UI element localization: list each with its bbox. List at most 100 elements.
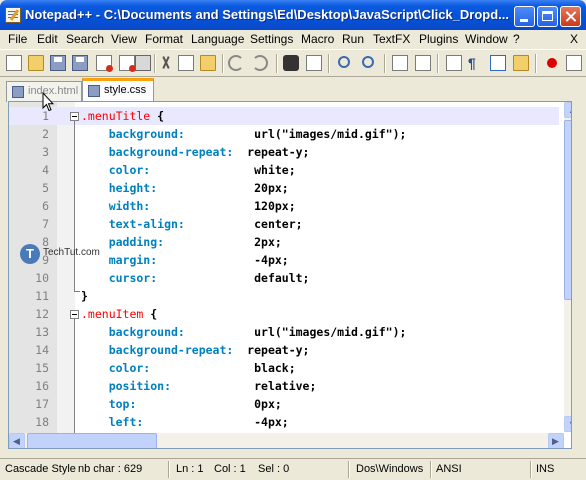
watermark-text: TechTut.com	[43, 247, 100, 258]
show-all-chars-icon[interactable]: ¶	[468, 55, 484, 71]
zoom-out-icon[interactable]	[362, 56, 374, 68]
line-number: 11	[35, 289, 49, 303]
save-all-icon[interactable]	[72, 55, 88, 71]
code-text: padding: 2px;	[81, 235, 282, 249]
scroll-up-button[interactable]: ▲	[564, 102, 571, 118]
line-number: 12	[35, 307, 49, 321]
undo-icon[interactable]	[228, 55, 244, 71]
code-line[interactable]: 1 .menuTitle {	[9, 107, 559, 125]
minimize-button[interactable]	[514, 6, 535, 27]
tab-style-css[interactable]: style.css	[82, 78, 154, 101]
close-window-button[interactable]	[560, 6, 581, 27]
css-brace: {	[150, 109, 165, 123]
menu-search[interactable]: Search	[66, 32, 104, 46]
code-line[interactable]: 17 top: 0px;	[9, 395, 559, 413]
replace-icon[interactable]	[306, 55, 322, 71]
line-number: 2	[42, 127, 49, 141]
code-line[interactable]: 13 background: url("images/mid.gif");	[9, 323, 559, 341]
code-line[interactable]: 12 .menuItem {	[9, 305, 559, 323]
code-line[interactable]: 15 color: black;	[9, 359, 559, 377]
scroll-down-button[interactable]: ▼	[564, 416, 571, 432]
menu-settings[interactable]: Settings	[250, 32, 293, 46]
css-value: 20px;	[254, 181, 289, 195]
menu-bar: File Edit Search View Format Language Se…	[0, 30, 586, 48]
code-line[interactable]: 14 background-repeat: repeat-y;	[9, 341, 559, 359]
line-number: 4	[42, 163, 49, 177]
menu-view[interactable]: View	[111, 32, 137, 46]
sync-horizontal-icon[interactable]	[415, 55, 431, 71]
tab-label: style.css	[104, 84, 147, 96]
scroll-right-button[interactable]: ▶	[548, 433, 564, 448]
menu-run[interactable]: Run	[342, 32, 364, 46]
status-file-type: Cascade Style	[5, 463, 76, 475]
code-text: position: relative;	[81, 379, 317, 393]
title-bar[interactable]: Notepad++ - C:\Documents and Settings\Ed…	[0, 0, 586, 30]
code-line[interactable]: 2 background: url("images/mid.gif");	[9, 125, 559, 143]
line-number: 5	[42, 181, 49, 195]
paste-icon[interactable]	[200, 55, 216, 71]
vertical-scroll-thumb[interactable]	[564, 120, 571, 300]
horizontal-scroll-thumb[interactable]	[27, 433, 157, 448]
maximize-button[interactable]	[537, 6, 558, 27]
status-sel: Sel : 0	[258, 463, 290, 475]
menu-help[interactable]: ?	[513, 32, 520, 46]
code-line[interactable]: 5 height: 20px;	[9, 179, 559, 197]
menu-textfx[interactable]: TextFX	[373, 32, 410, 46]
stop-macro-icon[interactable]	[566, 55, 582, 71]
redo-icon[interactable]	[252, 55, 268, 71]
line-number: 15	[35, 361, 49, 375]
code-line[interactable]: 16 position: relative;	[9, 377, 559, 395]
menu-macro[interactable]: Macro	[301, 32, 334, 46]
code-editor[interactable]: 1 .menuTitle {2 background: url("images/m…	[8, 101, 572, 449]
menu-window[interactable]: Window	[465, 32, 508, 46]
status-bar: Cascade Style nb char : 629 Ln : 1 Col :…	[0, 458, 586, 480]
record-macro-icon[interactable]	[547, 58, 557, 68]
indent-guide-icon[interactable]	[490, 55, 506, 71]
css-property: height:	[81, 181, 255, 195]
css-property: margin:	[81, 253, 255, 267]
toolbar: ¶	[0, 49, 586, 77]
sync-vertical-icon[interactable]	[392, 55, 408, 71]
code-line[interactable]: 11}	[9, 287, 559, 305]
fold-toggle-icon[interactable]	[70, 310, 79, 319]
menu-format[interactable]: Format	[145, 32, 183, 46]
menu-edit[interactable]: Edit	[37, 32, 58, 46]
code-line[interactable]: 10 cursor: default;	[9, 269, 559, 287]
status-col: Col : 1	[214, 463, 246, 475]
code-line[interactable]: 7 text-align: center;	[9, 215, 559, 233]
css-property: padding:	[81, 235, 255, 249]
css-value: white;	[254, 163, 296, 177]
word-wrap-icon[interactable]	[446, 55, 462, 71]
user-lang-icon[interactable]	[513, 55, 529, 71]
status-nb-char: nb char : 629	[78, 463, 143, 475]
vertical-scrollbar[interactable]: ▲ ▼	[564, 102, 571, 432]
zoom-in-icon[interactable]	[338, 56, 350, 68]
cut-icon[interactable]	[158, 55, 174, 71]
css-property: text-align:	[81, 217, 255, 231]
scroll-left-button[interactable]: ◀	[9, 433, 25, 448]
close-document-icon[interactable]: X	[570, 32, 578, 46]
css-brace: }	[81, 289, 88, 303]
code-line[interactable]: 3 background-repeat: repeat-y;	[9, 143, 559, 161]
close-all-icon[interactable]	[119, 55, 136, 72]
save-icon[interactable]	[50, 55, 66, 71]
code-line[interactable]: 18 left: -4px;	[9, 413, 559, 431]
copy-icon[interactable]	[178, 55, 194, 71]
fold-guide	[74, 319, 75, 433]
code-line[interactable]: 4 color: white;	[9, 161, 559, 179]
code-line[interactable]: 6 width: 120px;	[9, 197, 559, 215]
code-text: .menuItem {	[81, 307, 157, 321]
css-property: color:	[81, 361, 255, 375]
open-folder-icon[interactable]	[28, 55, 44, 71]
close-icon[interactable]	[96, 55, 113, 72]
menu-language[interactable]: Language	[191, 32, 244, 46]
menu-file[interactable]: File	[8, 32, 27, 46]
menu-plugins[interactable]: Plugins	[419, 32, 458, 46]
horizontal-scrollbar[interactable]: ◀ ▶	[9, 433, 564, 448]
notepad-plus-plus-icon[interactable]	[5, 7, 21, 23]
new-file-icon[interactable]	[6, 55, 22, 71]
fold-toggle-icon[interactable]	[70, 112, 79, 121]
print-icon[interactable]	[135, 55, 151, 71]
line-number: 10	[35, 271, 49, 285]
find-icon[interactable]	[283, 55, 299, 71]
